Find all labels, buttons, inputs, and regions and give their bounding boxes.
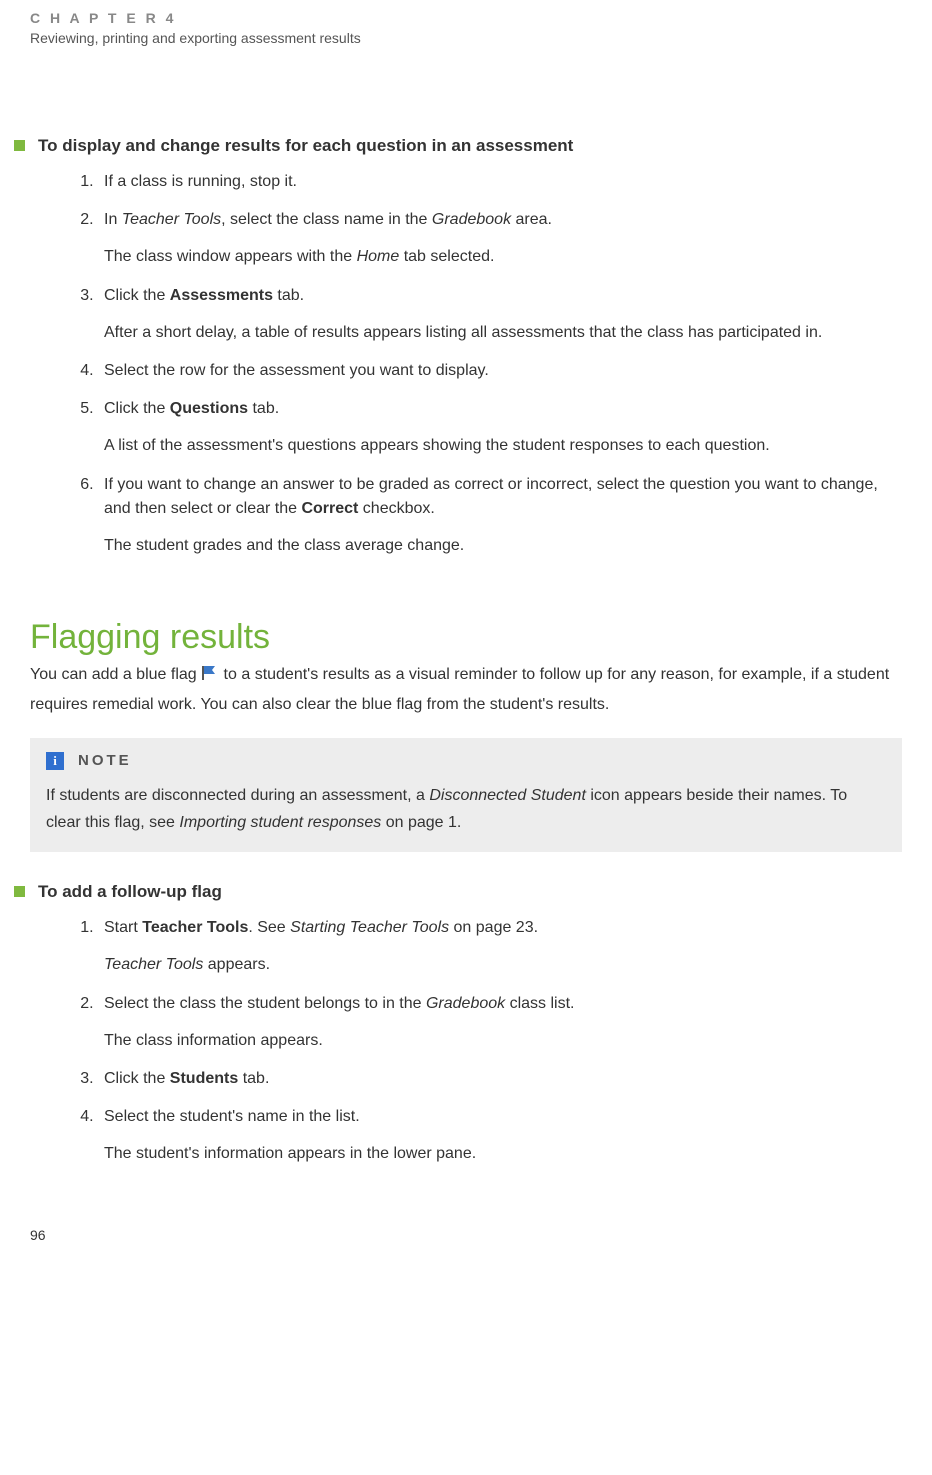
step-5: Click the Questions tab. A list of the a…	[98, 397, 902, 459]
step-3-result: After a short delay, a table of results …	[104, 320, 902, 346]
note-label: NOTE	[78, 752, 132, 769]
chapter-subtitle: Reviewing, printing and exporting assess…	[30, 30, 902, 46]
step-4: Select the row for the assessment you wa…	[98, 359, 902, 383]
step-3: Click the Assessments tab. After a short…	[98, 284, 902, 346]
p2-step-2-result: The class information appears.	[104, 1028, 902, 1054]
step-2: In Teacher Tools, select the class name …	[98, 208, 902, 270]
blue-flag-icon	[201, 663, 219, 690]
info-icon: i	[46, 752, 64, 770]
step-1-text: If a class is running, stop it.	[104, 173, 297, 190]
procedure-heading-display-results: To display and change results for each q…	[30, 136, 902, 156]
step-6-result: The student grades and the class average…	[104, 533, 902, 559]
p2-step-4-result: The student's information appears in the…	[104, 1141, 902, 1167]
step-5-result: A list of the assessment's questions app…	[104, 433, 902, 459]
step-6: If you want to change an answer to be gr…	[98, 473, 902, 559]
p2-step-2: Select the class the student belongs to …	[98, 992, 902, 1054]
section-title-flagging: Flagging results	[30, 618, 902, 657]
page-number: 96	[30, 1227, 902, 1243]
p2-step-1-result: Teacher Tools appears.	[104, 952, 902, 978]
chapter-label: C H A P T E R 4	[30, 10, 902, 26]
note-header: i NOTE	[46, 752, 886, 770]
step-1: If a class is running, stop it.	[98, 170, 902, 194]
note-body: If students are disconnected during an a…	[46, 782, 886, 836]
procedure-steps-2: Start Teacher Tools. See Starting Teache…	[72, 916, 902, 1167]
note-box: i NOTE If students are disconnected duri…	[30, 738, 902, 852]
p2-step-4: Select the student's name in the list. T…	[98, 1105, 902, 1167]
section-intro: You can add a blue flag to a student's r…	[30, 661, 902, 717]
p2-step-1: Start Teacher Tools. See Starting Teache…	[98, 916, 902, 978]
procedure-heading-add-flag: To add a follow-up flag	[30, 882, 902, 902]
step-2-result: The class window appears with the Home t…	[104, 244, 902, 270]
procedure-steps-1: If a class is running, stop it. In Teach…	[72, 170, 902, 558]
p2-step-3: Click the Students tab.	[98, 1067, 902, 1091]
